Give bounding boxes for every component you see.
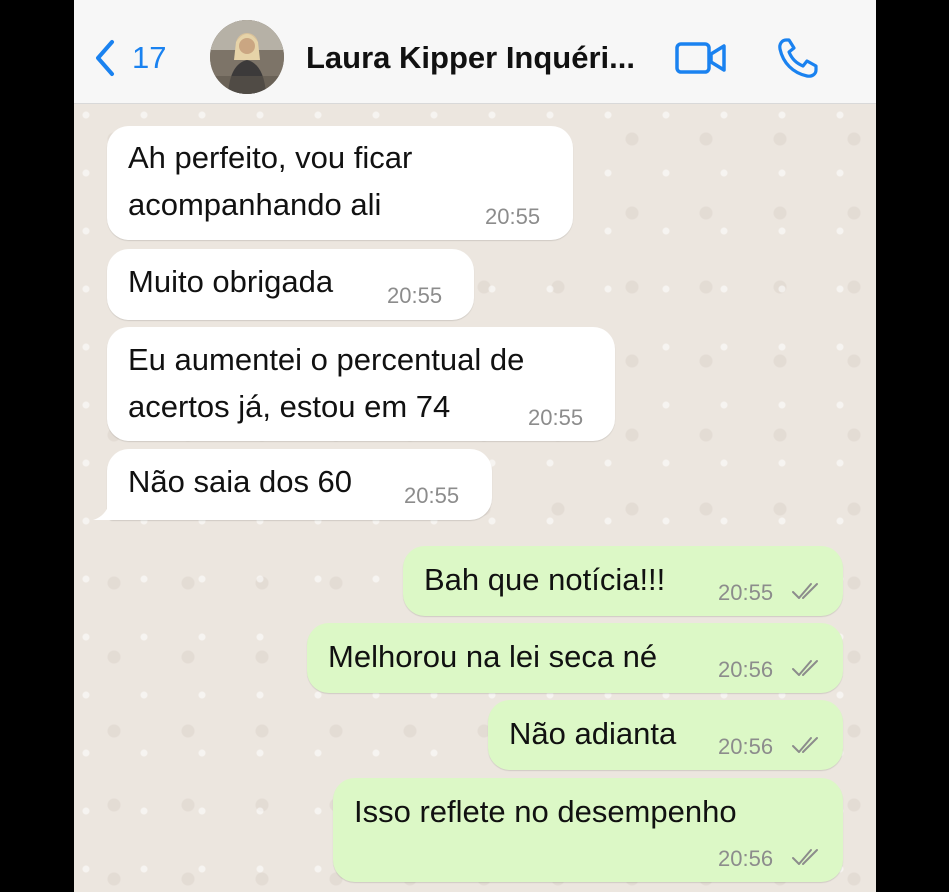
- chat-header: 17 Laura Kipper Inquéri...: [74, 0, 876, 104]
- message-time: 20:55: [485, 204, 541, 229]
- message-text: Isso reflete no desempenho: [354, 794, 737, 829]
- message-time: 20:55: [528, 405, 584, 430]
- message-out[interactable]: Melhorou na lei seca né 20:56: [307, 623, 843, 693]
- message-text: acertos já, estou em 74: [128, 389, 451, 424]
- message-text: Melhorou na lei seca né: [328, 639, 658, 674]
- contact-name[interactable]: Laura Kipper Inquéri...: [306, 40, 635, 76]
- message-time: 20:56: [718, 734, 774, 759]
- message-text: Não adianta: [509, 716, 677, 751]
- avatar[interactable]: [210, 20, 284, 94]
- message-time: 20:55: [718, 580, 774, 605]
- double-check-icon: [792, 737, 818, 753]
- double-check-icon: [792, 849, 818, 865]
- video-call-icon[interactable]: [674, 38, 728, 78]
- bubble-tail: [93, 498, 121, 520]
- message-text: Eu aumentei o percentual de: [128, 342, 525, 377]
- phone-icon[interactable]: [776, 36, 822, 80]
- message-text: Não saia dos 60: [128, 464, 353, 499]
- message-in[interactable]: Ah perfeito, vou ficar acompanhando ali …: [107, 126, 573, 240]
- double-check-icon: [792, 583, 818, 599]
- message-in[interactable]: Muito obrigada 20:55: [107, 249, 474, 320]
- message-out[interactable]: Não adianta 20:56: [488, 700, 843, 770]
- chat-screen: 17 Laura Kipper Inquéri... Ah perfeito, …: [74, 0, 876, 892]
- message-in[interactable]: Não saia dos 60 20:55: [93, 449, 492, 520]
- avatar-photo: [210, 20, 284, 94]
- chevron-left-icon: [96, 40, 114, 76]
- message-out[interactable]: Bah que notícia!!! 20:55: [403, 546, 843, 616]
- message-in[interactable]: Eu aumentei o percentual de acertos já, …: [107, 327, 615, 441]
- message-text: Ah perfeito, vou ficar: [128, 140, 413, 175]
- message-time: 20:56: [718, 657, 774, 682]
- message-time: 20:56: [718, 846, 774, 871]
- message-text: Bah que notícia!!!: [424, 562, 666, 597]
- double-check-icon: [792, 660, 818, 676]
- message-time: 20:55: [404, 483, 460, 508]
- unread-count: 17: [132, 40, 167, 75]
- back-button[interactable]: 17: [92, 36, 166, 80]
- message-out[interactable]: Isso reflete no desempenho 20:56: [333, 778, 843, 882]
- message-text: acompanhando ali: [128, 187, 382, 222]
- message-time: 20:55: [387, 283, 443, 308]
- message-text: Muito obrigada: [128, 264, 334, 299]
